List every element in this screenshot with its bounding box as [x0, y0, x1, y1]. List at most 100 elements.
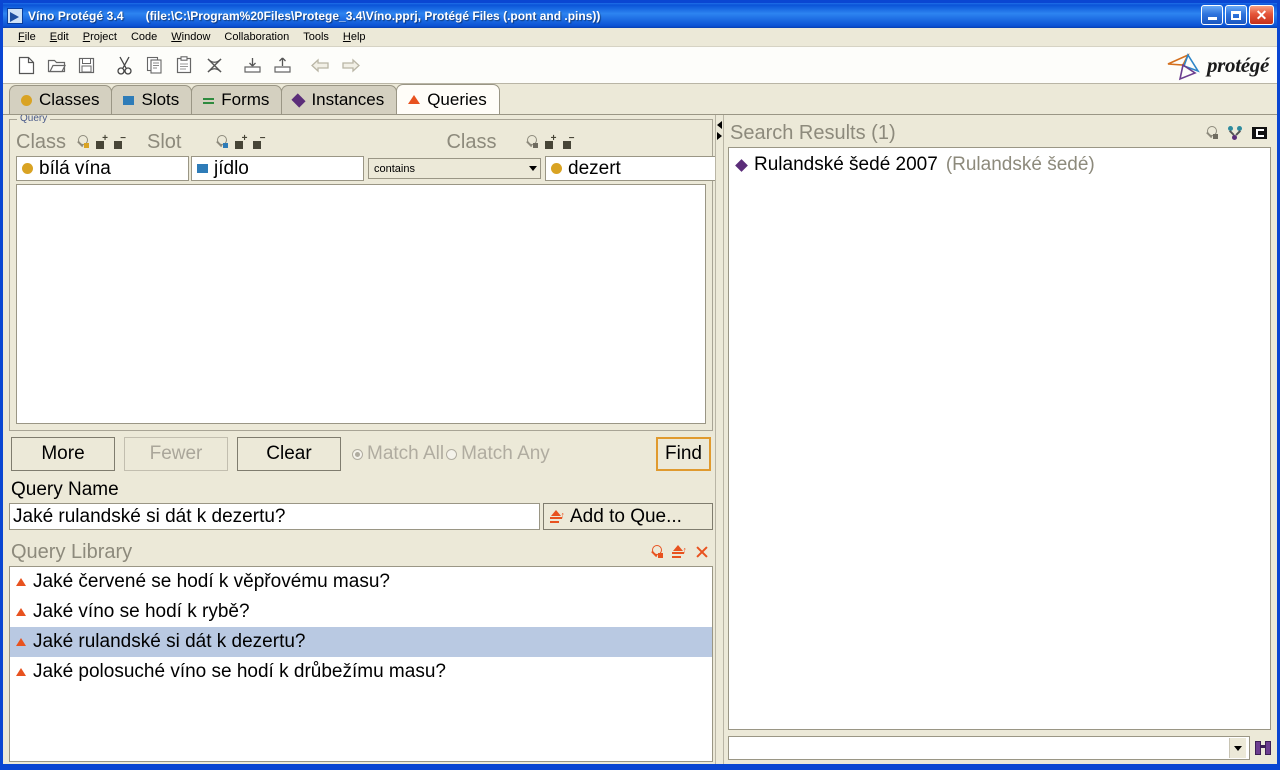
maximize-button[interactable] [1225, 5, 1247, 25]
delete-icon[interactable] [199, 51, 229, 79]
paste-icon[interactable] [169, 51, 199, 79]
query-triangle-icon [16, 668, 26, 676]
query-library-list[interactable]: Jaké červené se hodí k věpřovému masu? J… [9, 566, 713, 762]
binoculars-icon[interactable] [1255, 741, 1271, 755]
protege-logo-mark [1167, 53, 1200, 81]
find-slot-icon[interactable] [215, 135, 229, 149]
minimize-icon [1207, 16, 1217, 20]
query-builder-pane: Query Class + − Slot + − Class + − bílá … [3, 115, 715, 764]
display-form-icon[interactable] [1252, 127, 1267, 139]
radio-indicator [352, 448, 363, 460]
query-action-buttons: More Fewer Clear Match All Match Any Fin… [9, 431, 713, 477]
search-result-class: (Rulandské šedé) [945, 154, 1095, 175]
chevron-down-icon[interactable] [1229, 738, 1246, 758]
menu-item-file[interactable]: File [11, 30, 43, 44]
window-bottom-border [3, 764, 1277, 767]
view-hierarchy-icon[interactable] [1228, 126, 1242, 140]
menu-item-code[interactable]: Code [124, 30, 164, 44]
minimize-button[interactable] [1201, 5, 1223, 25]
tab-classes[interactable]: Classes [9, 85, 113, 114]
add-to-library-icon: ↑ [550, 509, 565, 524]
find-class-icon[interactable] [76, 135, 90, 149]
query-class-field[interactable]: bílá vína [16, 156, 189, 181]
clear-button[interactable]: Clear [237, 437, 341, 471]
split-pane-divider[interactable] [715, 115, 724, 764]
list-item[interactable]: Jaké polosuché víno se hodí k drůbežímu … [10, 657, 712, 687]
menu-item-tools[interactable]: Tools [296, 30, 336, 44]
column-header-class-left: Class [16, 130, 67, 153]
query-name-input[interactable]: Jaké rulandské si dát k dezertu? [9, 503, 540, 530]
match-all-radio[interactable]: Match All [352, 443, 444, 465]
find-class-icon[interactable] [525, 135, 538, 149]
remove-class-icon[interactable]: − [562, 133, 575, 149]
query-group-legend: Query [17, 115, 51, 124]
list-item[interactable]: Rulandské šedé 2007 (Rulandské šedé) [729, 150, 1270, 180]
find-instance-icon[interactable] [1205, 126, 1218, 140]
import-icon[interactable] [237, 51, 267, 79]
query-conditions-list[interactable] [16, 184, 706, 424]
search-results-list[interactable]: Rulandské šedé 2007 (Rulandské šedé) [728, 147, 1271, 730]
tab-classes-label: Classes [39, 90, 100, 109]
query-class-value: bílá vína [39, 157, 111, 179]
query-library-panel: Query Library ↑ Jaké červené se hodí k v… [9, 538, 713, 762]
close-button[interactable]: ✕ [1249, 5, 1274, 25]
radio-indicator [446, 448, 458, 460]
query-triangle-icon [16, 608, 26, 616]
menu-item-project[interactable]: Project [76, 30, 124, 44]
list-item[interactable]: Jaké rulandské si dát k dezertu? [10, 627, 712, 657]
remove-query-icon[interactable] [695, 545, 709, 559]
match-all-label: Match All [367, 443, 445, 464]
menu-item-edit[interactable]: Edit [43, 30, 76, 44]
redo-icon[interactable] [335, 51, 365, 79]
list-item[interactable]: Jaké červené se hodí k věpřovému masu? [10, 567, 712, 597]
search-result-name: Rulandské šedé 2007 [754, 154, 938, 175]
class-circle-icon [21, 94, 32, 106]
query-value-class: dezert [568, 157, 621, 179]
menu-item-help[interactable]: Help [336, 30, 373, 44]
add-class-icon[interactable]: + [96, 133, 108, 149]
copy-icon[interactable] [139, 51, 169, 79]
menu-item-collaboration[interactable]: Collaboration [217, 30, 296, 44]
tab-forms[interactable]: Forms [191, 85, 283, 114]
chevron-down-icon [529, 166, 537, 171]
tab-queries[interactable]: Queries [396, 84, 500, 114]
column-header-class-right: Class [446, 130, 497, 153]
tab-slots[interactable]: Slots [111, 85, 193, 114]
match-mode-radio-group: Match All Match Any [352, 443, 647, 465]
tab-forms-label: Forms [221, 90, 270, 109]
cut-icon[interactable] [109, 51, 139, 79]
add-class-icon[interactable]: + [544, 133, 557, 149]
undo-icon[interactable] [305, 51, 335, 79]
menu-item-window[interactable]: Window [164, 30, 217, 44]
query-library-title: Query Library [11, 540, 133, 563]
query-name-label: Query Name [11, 479, 119, 500]
find-button[interactable]: Find [656, 437, 711, 471]
add-slot-icon[interactable]: + [235, 133, 247, 149]
export-icon[interactable] [267, 51, 297, 79]
query-library-item-label: Jaké červené se hodí k věpřovému masu? [33, 571, 390, 592]
add-query-icon[interactable]: ↑ [672, 545, 687, 559]
query-slot-field[interactable]: jídlo [191, 156, 364, 181]
query-value-field[interactable]: dezert [545, 156, 715, 181]
new-project-icon[interactable] [11, 51, 41, 79]
add-to-query-library-button[interactable]: ↑ Add to Que... [543, 503, 713, 530]
more-button[interactable]: More [11, 437, 115, 471]
match-any-radio[interactable]: Match Any [446, 443, 550, 465]
find-query-icon[interactable] [650, 545, 663, 559]
search-term-combo[interactable] [728, 736, 1250, 760]
open-project-icon[interactable] [41, 51, 71, 79]
collapse-right-icon[interactable] [717, 132, 722, 140]
query-operator-dropdown[interactable]: contains [368, 158, 541, 179]
query-triangle-icon [16, 638, 26, 646]
list-item[interactable]: Jaké víno se hodí k rybě? [10, 597, 712, 627]
remove-class-icon[interactable]: − [114, 133, 126, 149]
close-icon: ✕ [1255, 7, 1268, 23]
tab-instances[interactable]: Instances [281, 85, 398, 114]
form-equals-icon [203, 95, 215, 106]
window-file-path: (file:\C:\Program%20Files\Protege_3.4\Ví… [145, 8, 601, 23]
search-results-header: Search Results (1) [728, 119, 1271, 147]
save-project-icon[interactable] [71, 51, 101, 79]
remove-slot-icon[interactable]: − [253, 133, 265, 149]
collapse-left-icon[interactable] [717, 121, 722, 129]
column-header-slot: Slot [147, 130, 182, 153]
